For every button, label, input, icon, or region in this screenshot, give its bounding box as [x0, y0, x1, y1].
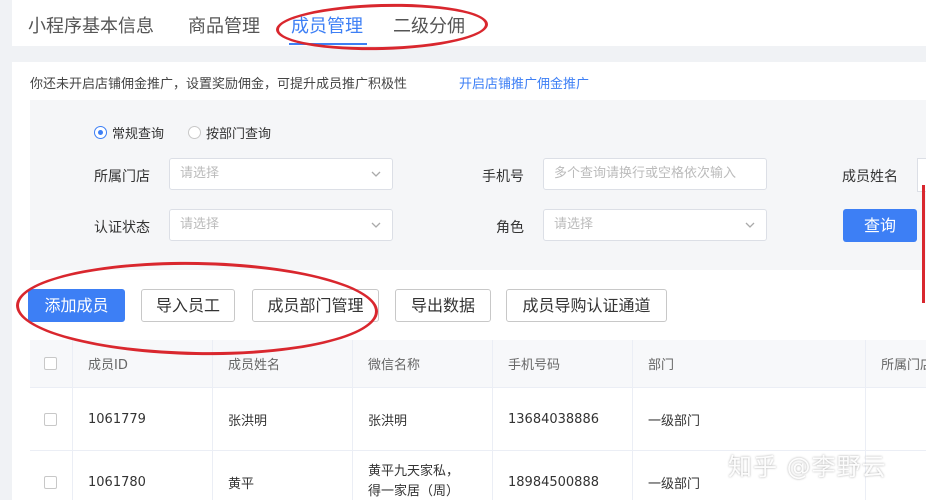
cell-department: 一级部门 [633, 388, 866, 450]
role-select[interactable]: 请选择 [543, 209, 767, 241]
cert-status-label: 认证状态 [94, 220, 150, 236]
zhihu-watermark: 知乎 @李野云 [728, 453, 887, 481]
row-checkbox[interactable] [44, 412, 57, 426]
role-label: 角色 [496, 220, 524, 236]
role-placeholder: 请选择 [554, 217, 594, 232]
chevron-down-icon [745, 222, 755, 228]
wechat-name-line-1: 黄平九天家私， [368, 464, 460, 479]
phone-label: 手机号 [482, 169, 524, 185]
query-button[interactable]: 查询 [843, 209, 917, 242]
phone-placeholder: 多个查询请换行或空格依次输入 [554, 166, 737, 181]
filter-panel [30, 100, 926, 270]
radio-dept-query[interactable]: 按部门查询 [188, 123, 271, 142]
cell-member-name: 张洪明 [213, 388, 353, 450]
annotation-line [922, 185, 925, 303]
enable-commission-link[interactable]: 开启店铺推广佣金推广 [459, 73, 589, 92]
radio-checked-icon [94, 126, 107, 139]
row-select-cell [30, 388, 73, 450]
cert-status-select[interactable]: 请选择 [169, 209, 393, 241]
wechat-name-line-2: 得一家居（周） [368, 484, 460, 499]
tab-mini-program-info[interactable]: 小程序基本信息 [28, 12, 154, 38]
tab-secondary-commission[interactable]: 二级分佣 [393, 12, 465, 38]
header-wechat-name[interactable]: 微信名称 [353, 340, 493, 387]
select-all-checkbox[interactable] [44, 357, 57, 370]
header-member-id[interactable]: 成员ID [73, 340, 213, 387]
row-select-cell [30, 451, 73, 500]
add-member-button[interactable]: 添加成员 [28, 289, 125, 322]
radio-normal-label: 常规查询 [112, 127, 165, 142]
chevron-down-icon [371, 171, 381, 177]
header-phone[interactable]: 手机号码 [493, 340, 633, 387]
radio-unchecked-icon [188, 126, 201, 139]
chevron-down-icon [371, 222, 381, 228]
header-store[interactable]: 所属门店 [866, 340, 926, 387]
cell-phone: 18984500888 [493, 451, 633, 500]
cell-member-name: 黄平 [213, 451, 353, 500]
cell-store [866, 388, 926, 450]
tab-goods-management[interactable]: 商品管理 [188, 12, 260, 38]
cell-member-id: 1061779 [73, 388, 213, 450]
radio-normal-query[interactable]: 常规查询 [94, 123, 164, 142]
active-tab-indicator [289, 43, 367, 45]
cert-placeholder: 请选择 [180, 217, 220, 232]
tab-member-management[interactable]: 成员管理 [291, 12, 363, 38]
member-name-label: 成员姓名 [842, 169, 898, 185]
store-label: 所属门店 [94, 169, 150, 185]
row-checkbox[interactable] [44, 475, 57, 489]
commission-notice: 你还未开启店铺佣金推广，设置奖励佣金，可提升成员推广积极性 [30, 77, 408, 92]
radio-dept-label: 按部门查询 [206, 127, 272, 142]
store-placeholder: 请选择 [180, 166, 220, 181]
table-header: 成员ID 成员姓名 微信名称 手机号码 部门 所属门店 [30, 340, 926, 388]
header-member-name[interactable]: 成员姓名 [213, 340, 353, 387]
phone-input[interactable]: 多个查询请换行或空格依次输入 [543, 158, 767, 190]
export-data-button[interactable]: 导出数据 [395, 289, 491, 322]
dept-manage-button[interactable]: 成员部门管理 [252, 289, 379, 322]
select-all-cell [30, 340, 73, 387]
header-department[interactable]: 部门 [633, 340, 866, 387]
table-row[interactable]: 1061779 张洪明 张洪明 13684038886 一级部门 [30, 388, 926, 451]
cell-member-id: 1061780 [73, 451, 213, 500]
cell-wechat-name: 张洪明 [353, 388, 493, 450]
cell-phone: 13684038886 [493, 388, 633, 450]
import-staff-button[interactable]: 导入员工 [141, 289, 235, 322]
guide-cert-button[interactable]: 成员导购认证通道 [506, 289, 667, 322]
cell-wechat-name: 黄平九天家私， 得一家居（周） [353, 451, 493, 500]
store-select[interactable]: 请选择 [169, 158, 393, 190]
